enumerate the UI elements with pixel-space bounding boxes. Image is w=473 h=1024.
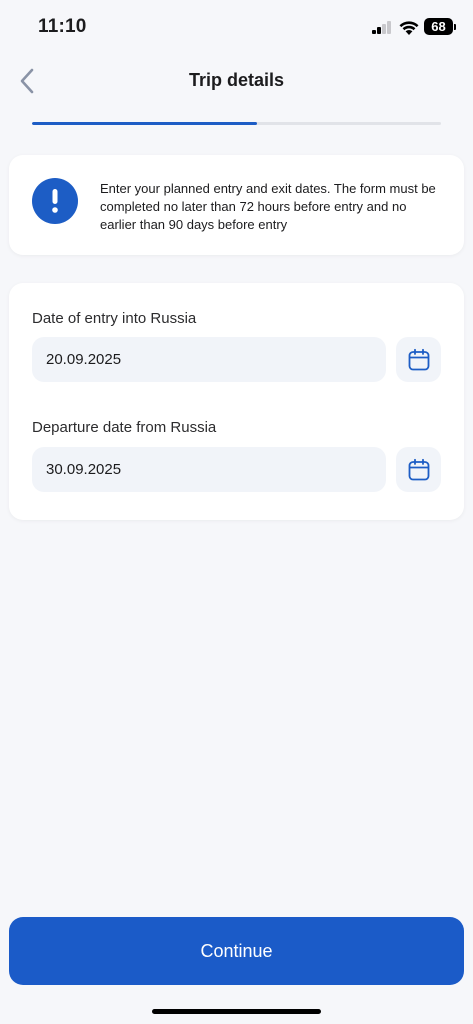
page-title: Trip details xyxy=(188,70,285,90)
battery-icon: 68 xyxy=(424,18,456,35)
status-bar: 11:10 68 xyxy=(0,0,473,56)
battery-level: 68 xyxy=(431,19,446,34)
entry-date-calendar-button[interactable] xyxy=(396,337,441,382)
entry-date-label: Date of entry into Russia xyxy=(32,310,197,327)
calendar-icon xyxy=(408,458,429,480)
progress-bar xyxy=(32,122,441,125)
departure-date-label: Departure date from Russia xyxy=(32,419,217,436)
status-time: 11:10 xyxy=(38,16,87,37)
departure-date-calendar-button[interactable] xyxy=(396,447,441,492)
entry-date-input[interactable]: 20.09.2025 xyxy=(32,337,386,382)
calendar-icon xyxy=(408,348,429,370)
exclamation-icon xyxy=(32,178,78,224)
progress-fill xyxy=(32,122,257,125)
info-card: Enter your planned entry and exit dates.… xyxy=(9,155,464,255)
entry-date-value: 20.09.2025 xyxy=(46,351,122,368)
home-indicator xyxy=(152,1009,321,1014)
signal-icon xyxy=(372,21,392,34)
nav-bar: Trip details xyxy=(0,56,473,106)
continue-button[interactable]: Continue xyxy=(9,917,464,985)
wifi-icon xyxy=(399,21,419,35)
departure-date-value: 30.09.2025 xyxy=(46,461,122,478)
info-message: Enter your planned entry and exit dates.… xyxy=(100,181,436,232)
trip-dates-form: Date of entry into Russia 20.09.2025 Dep… xyxy=(9,283,464,520)
departure-date-input[interactable]: 30.09.2025 xyxy=(32,447,386,492)
